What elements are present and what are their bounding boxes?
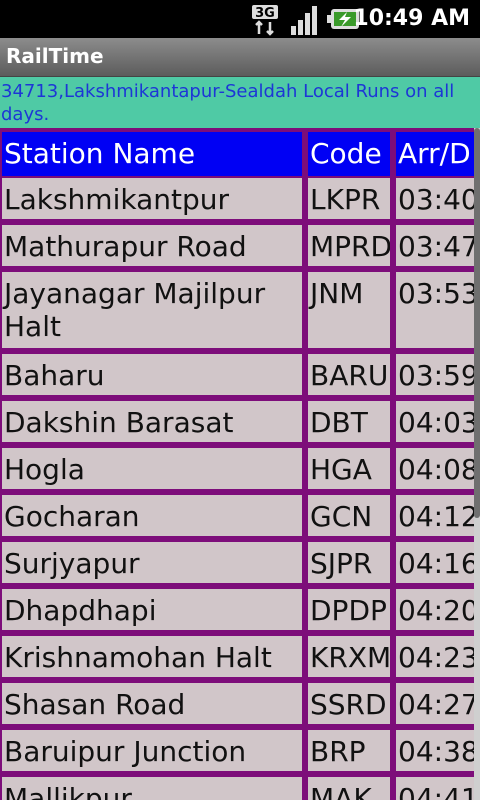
station-code-cell: DBT (308, 401, 390, 442)
3g-data-icon: 3G (252, 5, 278, 36)
table-row[interactable]: Dhapdhapi DPDP 04:20 (0, 589, 474, 630)
station-code-cell: JNM (308, 272, 390, 348)
table-row[interactable]: Hogla HGA 04:08 (0, 448, 474, 489)
arrival-time-cell: 04:41 (396, 777, 474, 800)
app-title-bar: RailTime (0, 38, 480, 77)
arrival-time-cell: 04:23 (396, 636, 474, 677)
station-name-cell: Dakshin Barasat (2, 401, 302, 442)
table-row[interactable]: Mathurapur Road MPRD 03:47 (0, 225, 474, 266)
arrival-time-cell: 04:08 (396, 448, 474, 489)
station-code-cell: HGA (308, 448, 390, 489)
arrival-time-cell: 04:16 (396, 542, 474, 583)
arrival-time-cell: 03:53 (396, 272, 474, 348)
table-row[interactable]: Baharu BARU 03:59 (0, 354, 474, 395)
station-code-cell: MAK (308, 777, 390, 800)
station-name-cell: Gocharan (2, 495, 302, 536)
status-bar: 3G 10:49 AM (0, 0, 480, 38)
table-row[interactable]: Krishnamohan Halt KRXM 04:23 (0, 636, 474, 677)
table-row[interactable]: Gocharan GCN 04:12 (0, 495, 474, 536)
station-name-cell: Lakshmikantpur (2, 178, 302, 219)
app-title: RailTime (6, 44, 104, 68)
station-name-cell: Baharu (2, 354, 302, 395)
table-row[interactable]: Surjyapur SJPR 04:16 (0, 542, 474, 583)
scrollbar-thumb[interactable] (474, 128, 480, 518)
table-row[interactable]: Baruipur Junction BRP 04:38 (0, 730, 474, 771)
station-code-cell: DPDP (308, 589, 390, 630)
clock: 10:49 AM (353, 6, 470, 31)
station-name-cell: Mathurapur Road (2, 225, 302, 266)
network-type-label: 3G (255, 6, 275, 21)
table-row[interactable]: Dakshin Barasat DBT 04:03 (0, 401, 474, 442)
header-code: Code (308, 132, 390, 176)
station-name-cell: Baruipur Junction (2, 730, 302, 771)
station-code-cell: SSRD (308, 683, 390, 724)
arrival-time-cell: 04:20 (396, 589, 474, 630)
station-name-cell: Surjyapur (2, 542, 302, 583)
scrollbar[interactable] (474, 128, 480, 800)
station-name-cell: Mallikpur (2, 777, 302, 800)
station-code-cell: MPRD (308, 225, 390, 266)
station-code-cell: BARU (308, 354, 390, 395)
table-row[interactable]: Jayanagar Majilpur Halt JNM 03:53 (0, 272, 474, 348)
table-header-row: Station Name Code Arr/D (0, 132, 474, 176)
train-info-banner: 34713,Lakshmikantapur-Sealdah Local Runs… (0, 77, 480, 128)
arrival-time-cell: 03:59 (396, 354, 474, 395)
header-arr-dep: Arr/D (396, 132, 474, 176)
station-name-cell: Jayanagar Majilpur Halt (2, 272, 302, 348)
station-code-cell: SJPR (308, 542, 390, 583)
station-code-cell: GCN (308, 495, 390, 536)
arrival-time-cell: 04:03 (396, 401, 474, 442)
arrival-time-cell: 03:47 (396, 225, 474, 266)
station-name-cell: Krishnamohan Halt (2, 636, 302, 677)
timetable[interactable]: Station Name Code Arr/D Lakshmikantpur L… (0, 128, 474, 800)
station-name-cell: Dhapdhapi (2, 589, 302, 630)
station-code-cell: LKPR (308, 178, 390, 219)
station-name-cell: Hogla (2, 448, 302, 489)
table-row[interactable]: Mallikpur MAK 04:41 (0, 777, 474, 800)
arrival-time-cell: 04:38 (396, 730, 474, 771)
arrival-time-cell: 03:40 (396, 178, 474, 219)
station-name-cell: Shasan Road (2, 683, 302, 724)
signal-strength-icon (291, 6, 317, 35)
header-station-name: Station Name (2, 132, 302, 176)
arrival-time-cell: 04:12 (396, 495, 474, 536)
train-info-text: 34713,Lakshmikantapur-Sealdah Local Runs… (1, 81, 455, 125)
station-code-cell: KRXM (308, 636, 390, 677)
station-code-cell: BRP (308, 730, 390, 771)
table-row[interactable]: Lakshmikantpur LKPR 03:40 (0, 178, 474, 219)
arrival-time-cell: 04:27 (396, 683, 474, 724)
table-row[interactable]: Shasan Road SSRD 04:27 (0, 683, 474, 724)
